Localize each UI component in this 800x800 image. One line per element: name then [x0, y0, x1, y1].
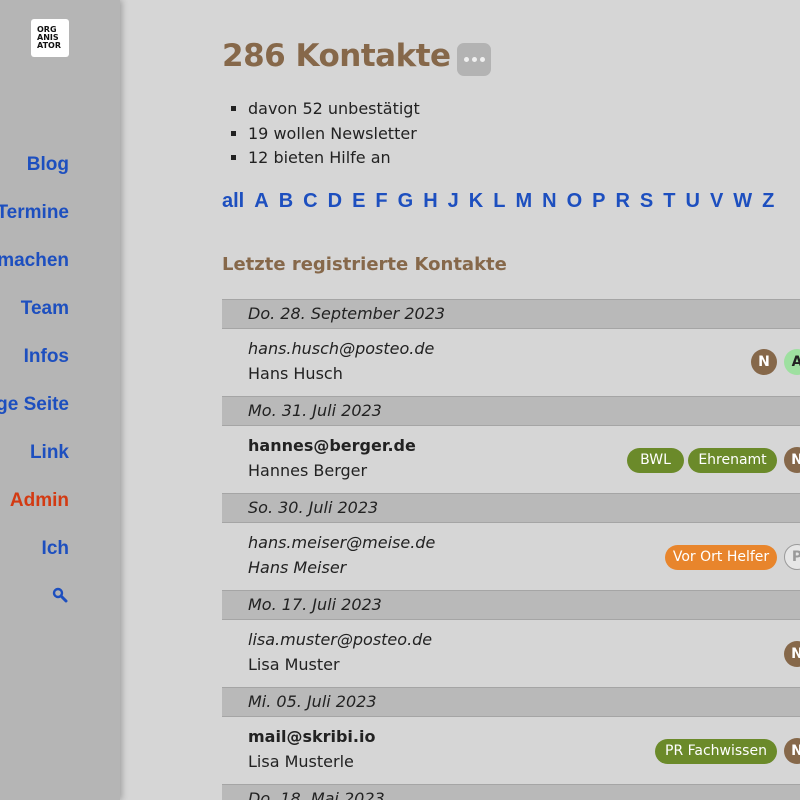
sidebar-item-link[interactable]: Link [30, 442, 69, 464]
letter-filter-b[interactable]: B [279, 190, 293, 213]
date-header: Mi. 05. Juli 2023 [222, 687, 800, 717]
contact-stats: davon 52 unbestätigt 19 wollen Newslette… [230, 97, 420, 171]
alphabet-filter: all A B C D E F G H J K L M N O P R S T U V W Z [222, 190, 784, 213]
contact-name: Hans Meiser [248, 558, 347, 577]
more-options-button[interactable] [457, 43, 491, 76]
letter-filter-a[interactable]: A [254, 190, 268, 213]
sidebar-item-termine[interactable]: Termine [0, 202, 69, 224]
contact-email: hans.meiser@meise.de [248, 533, 436, 552]
date-header: Mo. 31. Juli 2023 [222, 396, 800, 426]
newsletter-badge[interactable]: N [751, 349, 777, 375]
page-title: 286 Kontakte [222, 38, 451, 74]
letter-filter-r[interactable]: R [615, 190, 629, 213]
date-label: So. 30. Juli 2023 [248, 498, 379, 517]
contact-email: hannes@berger.de [248, 436, 416, 455]
letter-filter-all[interactable]: all [222, 190, 244, 213]
ellipsis-icon-dot [479, 57, 485, 62]
letter-filter-o[interactable]: O [567, 190, 583, 213]
stat-helpers: 12 bieten Hilfe an [248, 146, 420, 171]
main-content: 286 Kontakte davon 52 unbestätigt 19 wol… [120, 0, 800, 800]
letter-filter-c[interactable]: C [303, 190, 317, 213]
contact-name: Lisa Musterle [248, 752, 354, 771]
contact-name: Hannes Berger [248, 461, 368, 480]
letter-filter-l[interactable]: L [493, 190, 505, 213]
letter-filter-j[interactable]: J [448, 190, 459, 213]
date-label: Do. 18. Mai 2023 [248, 789, 385, 800]
letter-filter-n[interactable]: N [542, 190, 556, 213]
contact-row[interactable]: lisa.muster@posteo.de Lisa Muster N [222, 620, 800, 687]
sidebar-item-ich[interactable]: Ich [42, 538, 69, 560]
sidebar-item-admin[interactable]: Admin [10, 490, 69, 512]
letter-filter-u[interactable]: U [685, 190, 699, 213]
tag-vor-ort-helfer[interactable]: Vor Ort Helfer [665, 545, 777, 570]
letter-filter-h[interactable]: H [423, 190, 437, 213]
ellipsis-icon-dot [471, 57, 477, 62]
date-label: Do. 28. September 2023 [248, 304, 446, 323]
date-label: Mi. 05. Juli 2023 [248, 692, 377, 711]
contact-name: Lisa Muster [248, 655, 340, 674]
contact-row[interactable]: mail@skribi.io Lisa Musterle PR Fachwiss… [222, 717, 800, 784]
organisator-logo[interactable]: ORG ANIS ATOR [31, 19, 69, 57]
search-icon[interactable] [52, 587, 68, 603]
contact-row[interactable]: hannes@berger.de Hannes Berger BWL Ehren… [222, 426, 800, 493]
letter-filter-z[interactable]: Z [762, 190, 774, 213]
newsletter-badge[interactable]: N [784, 641, 800, 667]
letter-filter-g[interactable]: G [398, 190, 414, 213]
section-title: Letzte registrierte Kontakte [222, 254, 507, 275]
contact-email: lisa.muster@posteo.de [248, 630, 433, 649]
ellipsis-icon [463, 57, 469, 62]
letter-filter-e[interactable]: E [352, 190, 365, 213]
letter-filter-t[interactable]: T [663, 190, 675, 213]
sidebar: ORG ANIS ATOR Blog Termine machen Team I… [0, 0, 120, 800]
date-header: Do. 18. Mai 2023 [222, 784, 800, 800]
letter-filter-w[interactable]: W [733, 190, 752, 213]
tag-pr-fachwissen[interactable]: PR Fachwissen [655, 739, 777, 764]
contact-email: hans.husch@posteo.de [248, 339, 435, 358]
sidebar-item-blog[interactable]: Blog [27, 154, 69, 176]
newsletter-badge[interactable]: N [784, 738, 800, 764]
date-header: So. 30. Juli 2023 [222, 493, 800, 523]
letter-filter-f[interactable]: F [375, 190, 387, 213]
stat-unconfirmed: davon 52 unbestätigt [248, 97, 420, 122]
logo-text: ORG ANIS ATOR [37, 25, 61, 50]
tag-ehrenamt[interactable]: Ehrenamt [688, 448, 777, 473]
sidebar-item-machen[interactable]: machen [0, 250, 69, 272]
contact-email: mail@skribi.io [248, 727, 376, 746]
letter-filter-d[interactable]: D [328, 190, 342, 213]
sidebar-item-infos[interactable]: Infos [24, 346, 69, 368]
date-label: Mo. 31. Juli 2023 [248, 401, 382, 420]
letter-filter-v[interactable]: V [710, 190, 723, 213]
stat-newsletter: 19 wollen Newsletter [248, 122, 420, 147]
date-header: Mo. 17. Juli 2023 [222, 590, 800, 620]
status-badge[interactable]: A [784, 349, 800, 375]
letter-filter-m[interactable]: M [515, 190, 532, 213]
contact-row[interactable]: hans.husch@posteo.de Hans Husch N A [222, 329, 800, 396]
sidebar-item-team[interactable]: Team [21, 298, 69, 320]
tag-bwl[interactable]: BWL [627, 448, 684, 473]
contact-name: Hans Husch [248, 364, 343, 383]
newsletter-badge[interactable]: N [784, 447, 800, 473]
date-header: Do. 28. September 2023 [222, 299, 800, 329]
letter-filter-k[interactable]: K [469, 190, 483, 213]
date-label: Mo. 17. Juli 2023 [248, 595, 382, 614]
letter-filter-s[interactable]: S [640, 190, 653, 213]
pending-badge[interactable]: P [784, 544, 800, 570]
letter-filter-p[interactable]: P [592, 190, 605, 213]
contact-row[interactable]: hans.meiser@meise.de Hans Meiser Vor Ort… [222, 523, 800, 590]
sidebar-item-seite[interactable]: ge Seite [0, 394, 69, 416]
